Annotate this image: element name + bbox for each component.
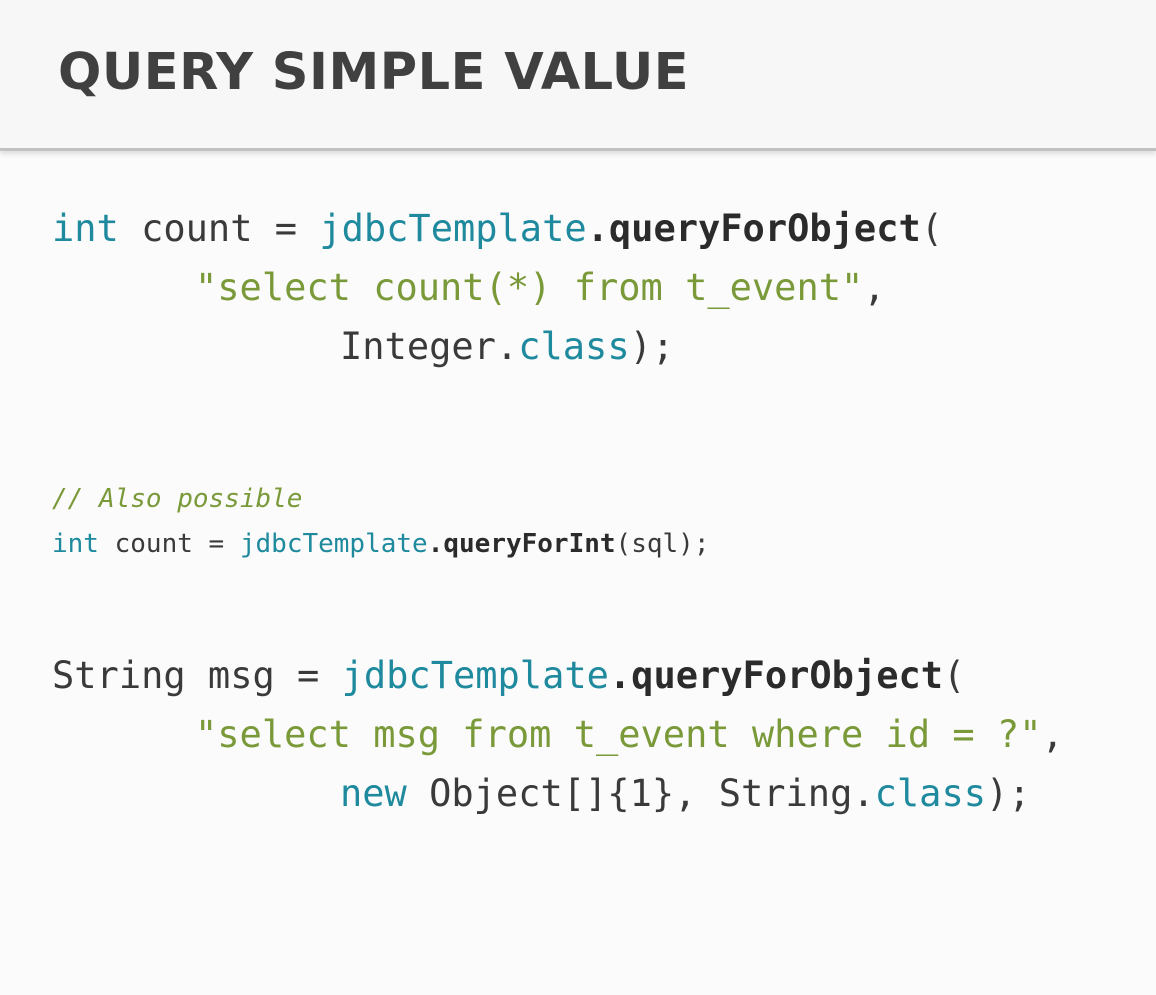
code-comma: ,	[1041, 713, 1064, 756]
code-method: .queryForObject	[586, 207, 921, 250]
keyword-class: class	[518, 325, 630, 368]
code-line-query-for-int: int count = jdbcTemplate.queryForInt(sql…	[52, 526, 709, 562]
code-comma: ,	[863, 266, 886, 309]
code-line-msg-sql: "select msg from t_event where id = ?",	[195, 710, 1064, 760]
code-line-count-sql: "select count(*) from t_event",	[195, 263, 886, 313]
code-object: jdbcTemplate	[319, 207, 587, 250]
code-text: String msg =	[52, 654, 342, 697]
keyword-new: new	[340, 772, 407, 815]
code-line-count-type: Integer.class);	[340, 322, 674, 372]
slide-header: QUERY SIMPLE VALUE	[0, 0, 1156, 151]
code-end: );	[986, 772, 1031, 815]
code-paren: (	[920, 207, 944, 250]
code-text: count =	[118, 207, 320, 250]
code-text: count =	[98, 529, 240, 559]
code-paren: (	[943, 654, 966, 697]
code-method: .queryForInt	[427, 529, 616, 559]
code-string: "select count(*) from t_event"	[195, 266, 864, 309]
code-line-msg-args: new Object[]{1}, String.class);	[340, 769, 1031, 819]
code-line-count-decl: int count = jdbcTemplate.queryForObject(	[52, 204, 943, 254]
code-method: .queryForObject	[608, 654, 944, 697]
code-line-msg-decl: String msg = jdbcTemplate.queryForObject…	[52, 651, 965, 701]
code-text: Integer.	[340, 325, 519, 368]
code-end: );	[629, 325, 675, 368]
code-comment: // Also possible	[52, 481, 302, 517]
code-string: "select msg from t_event where id = ?"	[195, 713, 1042, 756]
keyword-class: class	[874, 772, 987, 815]
keyword-int: int	[52, 207, 119, 250]
slide-title: QUERY SIMPLE VALUE	[58, 43, 690, 102]
code-args: (sql);	[615, 529, 710, 559]
code-object: jdbcTemplate	[239, 529, 428, 559]
keyword-int: int	[52, 529, 99, 559]
comment-text: // Also possible	[52, 484, 303, 514]
code-text: Object[]{1}, String.	[406, 772, 875, 815]
code-object: jdbcTemplate	[341, 654, 609, 697]
